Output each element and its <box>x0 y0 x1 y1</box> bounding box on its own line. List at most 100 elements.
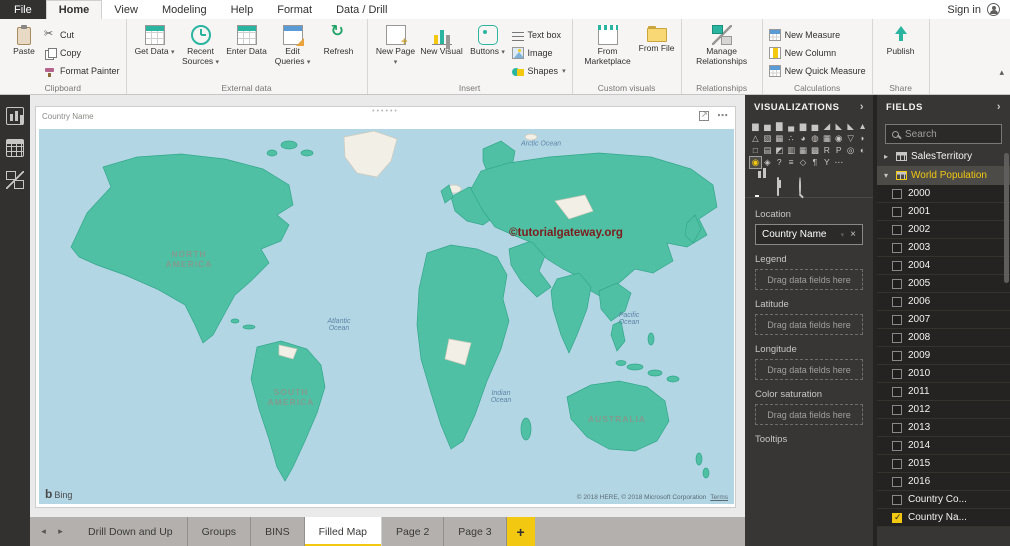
field-item-2003[interactable]: 2003 <box>877 239 1010 257</box>
more-options-icon[interactable]: ⋯ <box>833 157 844 168</box>
collapse-panel-icon[interactable]: › <box>997 101 1001 113</box>
line-and-stacked-column-chart-icon[interactable]: △ <box>750 133 761 144</box>
decomposition-tree-icon[interactable]: Y <box>821 157 832 168</box>
new-visual-button[interactable]: New Visual <box>420 22 464 80</box>
checkbox[interactable] <box>892 404 902 415</box>
line-and-clustered-column-chart-icon[interactable]: ▲ <box>857 121 868 132</box>
new-page-tab-button[interactable]: + <box>506 517 535 546</box>
field-item-country-co[interactable]: Country Co... <box>877 491 1010 509</box>
kpi-icon[interactable]: ◩ <box>774 145 785 156</box>
collapse-ribbon-button[interactable]: ▴ <box>999 67 1004 78</box>
text-box-button[interactable]: Text box <box>511 27 566 42</box>
checkbox[interactable] <box>892 332 902 343</box>
more-options-icon[interactable]: ⋯ <box>717 109 729 122</box>
field-item-2010[interactable]: 2010 <box>877 365 1010 383</box>
gauge-icon[interactable]: ◗ <box>857 133 868 144</box>
map-area[interactable]: Arctic Ocean NORTH AMERICA Atlantic Ocean S… <box>39 129 734 504</box>
ribbon-tab-file[interactable]: File <box>0 0 46 19</box>
copy-button[interactable]: Copy <box>44 45 120 60</box>
table-item-world-population[interactable]: ▾ World Population <box>877 166 1010 185</box>
analytics-pane-tab[interactable] <box>799 177 801 197</box>
ribbon-chart-icon[interactable]: ▧ <box>762 133 773 144</box>
field-item-2012[interactable]: 2012 <box>877 401 1010 419</box>
image-button[interactable]: Image <box>511 45 566 60</box>
next-page-arrow-icon[interactable]: ▸ <box>53 524 68 539</box>
checkbox[interactable] <box>892 494 902 505</box>
manage-relationships-button[interactable]: Manage Relationships <box>688 22 756 80</box>
field-item-2004[interactable]: 2004 <box>877 257 1010 275</box>
checkbox[interactable] <box>892 278 902 289</box>
checkbox[interactable] <box>892 350 902 361</box>
power-apps-icon[interactable]: ◇ <box>798 157 809 168</box>
field-item-2000[interactable]: 2000 <box>877 185 1010 203</box>
treemap-icon[interactable]: ▦ <box>821 133 832 144</box>
terms-link[interactable]: Terms <box>710 494 728 501</box>
from-file-button[interactable]: From File <box>639 22 675 80</box>
checkbox[interactable] <box>892 440 902 451</box>
ribbon-tab-modeling[interactable]: Modeling <box>150 0 219 19</box>
checkbox[interactable] <box>892 242 902 253</box>
checkbox[interactable] <box>892 224 902 235</box>
clustered-bar-chart-icon[interactable]: ▇ <box>774 121 785 132</box>
page-tab-filled-map[interactable]: Filled Map <box>304 517 383 546</box>
arcgis-map-icon[interactable]: ◎ <box>845 145 856 156</box>
format-pane-tab[interactable] <box>777 177 779 197</box>
funnel-icon[interactable]: ▽ <box>845 133 856 144</box>
latitude-dropzone[interactable]: Drag data fields here <box>755 314 863 335</box>
recent-sources-button[interactable]: Recent Sources ▾ <box>179 22 223 80</box>
smart-narrative-icon[interactable]: ¶ <box>809 157 820 168</box>
checkbox-checked[interactable] <box>892 512 902 523</box>
field-item-2013[interactable]: 2013 <box>877 419 1010 437</box>
from-marketplace-button[interactable]: From Marketplace <box>579 22 637 80</box>
page-tab-groups[interactable]: Groups <box>188 517 252 546</box>
field-item-2009[interactable]: 2009 <box>877 347 1010 365</box>
get-data-button[interactable]: Get Data ▾ <box>133 22 177 80</box>
collapse-arrow-icon[interactable]: ▾ <box>884 171 892 180</box>
key-influencers-icon[interactable]: ◐ <box>857 145 868 156</box>
page-tab-page-2[interactable]: Page 2 <box>382 517 445 546</box>
sign-in-label[interactable]: Sign in <box>947 4 981 16</box>
stacked-area-chart-icon[interactable]: ◣ <box>845 121 856 132</box>
pie-chart-icon[interactable]: ◕ <box>798 133 809 144</box>
remove-field-icon[interactable]: × <box>850 229 856 240</box>
field-item-2005[interactable]: 2005 <box>877 275 1010 293</box>
100-stacked-column-chart-icon[interactable]: ▅ <box>809 121 820 132</box>
map-icon[interactable]: ◉ <box>833 133 844 144</box>
field-item-2008[interactable]: 2008 <box>877 329 1010 347</box>
r-script-visual-icon[interactable]: R <box>821 145 832 156</box>
ribbon-tab-view[interactable]: View <box>102 0 150 19</box>
ribbon-tab-home[interactable]: Home <box>45 0 103 19</box>
checkbox[interactable] <box>892 188 902 199</box>
field-item-country-na[interactable]: Country Na... <box>877 509 1010 527</box>
checkbox[interactable] <box>892 386 902 397</box>
previous-page-arrow-icon[interactable]: ◂ <box>36 524 51 539</box>
color-saturation-dropzone[interactable]: Drag data fields here <box>755 404 863 425</box>
slicer-icon[interactable]: ▥ <box>786 145 797 156</box>
new-measure-button[interactable]: New Measure <box>768 27 866 42</box>
model-view-button[interactable] <box>6 171 24 189</box>
field-search-box[interactable] <box>885 124 1002 144</box>
checkbox[interactable] <box>892 314 902 325</box>
stacked-bar-chart-icon[interactable]: ▆ <box>750 121 761 132</box>
checkbox[interactable] <box>892 458 902 469</box>
report-view-button[interactable] <box>6 107 24 125</box>
page-tab-bins[interactable]: BINS <box>251 517 305 546</box>
page-tab-drill-down-and-up[interactable]: Drill Down and Up <box>74 517 188 546</box>
format-painter-button[interactable]: Format Painter <box>44 63 120 78</box>
new-quick-measure-button[interactable]: New Quick Measure <box>768 63 866 78</box>
table-icon[interactable]: ▦ <box>798 145 809 156</box>
edit-queries-button[interactable]: Edit Queries ▾ <box>271 22 315 80</box>
report-canvas[interactable]: Country Name •••••• ⋯ <box>30 95 745 517</box>
field-item-2007[interactable]: 2007 <box>877 311 1010 329</box>
location-field-pill[interactable]: Country Name ▾ × <box>755 224 863 245</box>
shapes-button[interactable]: Shapes ▾ <box>511 63 566 78</box>
field-item-2002[interactable]: 2002 <box>877 221 1010 239</box>
collapse-panel-icon[interactable]: › <box>860 101 864 113</box>
checkbox[interactable] <box>892 296 902 307</box>
donut-chart-icon[interactable]: ◍ <box>809 133 820 144</box>
table-item-salesterritory[interactable]: ▸ SalesTerritory <box>877 147 1010 166</box>
enter-data-button[interactable]: Enter Data <box>225 22 269 80</box>
field-item-2001[interactable]: 2001 <box>877 203 1010 221</box>
legend-dropzone[interactable]: Drag data fields here <box>755 269 863 290</box>
stacked-column-chart-icon[interactable]: ▅ <box>762 121 773 132</box>
